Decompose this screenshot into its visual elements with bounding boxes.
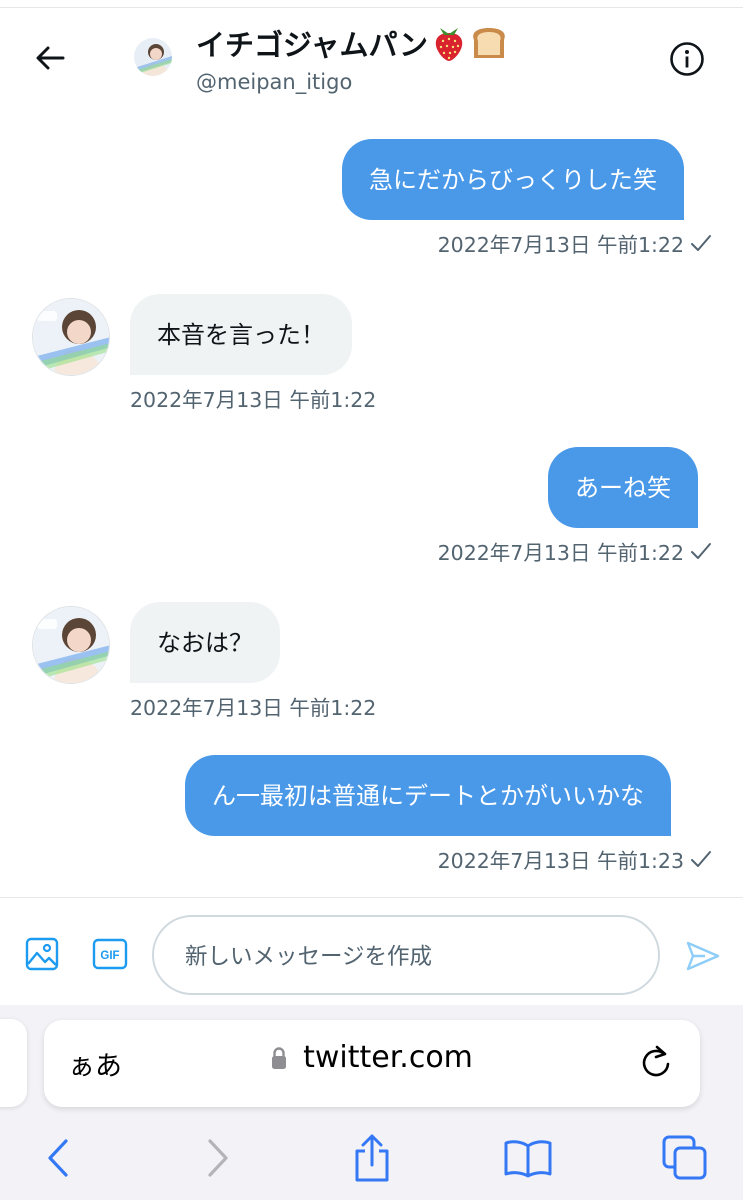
reload-icon [642,1045,670,1077]
read-check-icon [691,851,711,867]
message-bubble-sent[interactable]: ん一最初は普通にデートとかがいいかな [185,755,671,836]
bookmarks-button[interactable] [500,1130,556,1186]
message-bubble-sent[interactable]: あーね笑 [548,447,698,528]
message-timestamp: 2022年7月13日 午前1:22 [130,691,376,721]
timestamp-text: 2022年7月13日 午前1:22 [130,696,377,720]
bread-icon [473,28,505,58]
read-check-icon [691,235,711,251]
message-composer: GIF 新しいメッセージを作成 [0,897,743,1005]
back-button[interactable] [28,36,72,80]
chevron-right-icon [208,1139,228,1177]
add-gif-button[interactable]: GIF [92,938,128,970]
message-timestamp: 2022年7月13日 午前1:22 [438,228,712,258]
add-media-button[interactable] [24,936,60,972]
gif-label: GIF [100,950,119,962]
message-text: ん一最初は普通にデートとかがいいかな [212,781,644,810]
browser-forward-button[interactable] [190,1130,246,1186]
contact-avatar[interactable] [32,298,110,376]
browser-bottom-bar: ぁあ twitter.com [0,1005,743,1200]
address-bar[interactable]: ぁあ twitter.com [44,1020,700,1107]
timestamp-text: 2022年7月13日 午前1:23 [437,849,684,873]
tabs-button[interactable] [657,1130,713,1186]
info-icon [670,42,704,76]
book-icon [504,1140,552,1178]
strawberry-icon [435,28,463,61]
back-arrow-icon [36,46,65,70]
message-input[interactable]: 新しいメッセージを作成 [152,915,660,995]
share-icon [355,1134,389,1182]
header-avatar[interactable] [134,38,172,76]
message-timestamp: 2022年7月13日 午前1:22 [130,383,376,413]
conversation-info-button[interactable] [664,36,710,82]
message-text: 急にだからびっくりした笑 [369,165,657,194]
timestamp-text: 2022年7月13日 午前1:22 [437,233,684,257]
read-check-icon [691,543,711,559]
contact-handle: @meipan_itigo [196,70,353,94]
url-text: twitter.com [303,1040,473,1075]
tabs-icon [662,1135,707,1180]
message-text: なおは？ [157,628,253,657]
message-input-placeholder: 新しいメッセージを作成 [185,944,433,970]
timestamp-text: 2022年7月13日 午前1:22 [437,541,684,565]
conversation-header: イチゴジャムパン @meipan_itigo [0,8,743,108]
message-bubble-sent[interactable]: 急にだからびっくりした笑 [342,139,684,220]
url-display[interactable]: twitter.com [44,1040,700,1075]
gif-icon: GIF [92,938,128,970]
timestamp-text: 2022年7月13日 午前1:22 [130,388,377,412]
lock-icon [272,1046,287,1069]
message-text: 本音を言った！ [157,320,325,349]
message-timestamp: 2022年7月13日 午前1:22 [438,536,712,566]
message-timestamp: 2022年7月13日 午前1:23 [438,844,712,874]
browser-back-button[interactable] [30,1130,86,1186]
message-bubble-received[interactable]: なおは？ [130,602,280,683]
reload-button[interactable] [636,1042,676,1082]
previous-tab-peek[interactable] [0,1019,27,1107]
image-icon [25,937,59,971]
send-button[interactable] [684,938,722,974]
chevron-left-icon [48,1139,68,1177]
message-text: あーね笑 [575,473,671,502]
contact-name: イチゴジャムパン [196,22,508,64]
send-icon [686,941,720,971]
contact-name-text: イチゴジャムパン [196,28,429,62]
message-bubble-received[interactable]: 本音を言った！ [130,294,352,375]
share-button[interactable] [344,1130,400,1186]
contact-avatar[interactable] [32,606,110,684]
top-divider [0,0,743,8]
